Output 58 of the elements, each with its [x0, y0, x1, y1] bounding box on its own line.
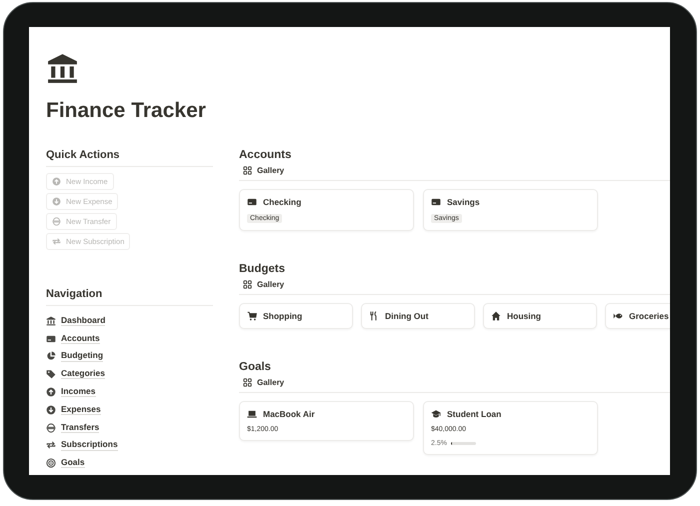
gallery-view-tab[interactable]: Gallery — [239, 166, 670, 180]
grid-icon — [243, 280, 252, 289]
card-title: MacBook Air — [263, 409, 315, 419]
nav-link[interactable]: Categories — [61, 369, 105, 380]
section-heading: Navigation — [46, 288, 104, 300]
view-label: Gallery — [257, 166, 284, 175]
tag-icon — [46, 369, 56, 380]
gallery-card[interactable]: Shopping — [239, 303, 353, 329]
view-label: Gallery — [257, 378, 284, 387]
gallery-card[interactable]: Housing — [483, 303, 597, 329]
grid-icon — [243, 378, 252, 387]
card-title: Savings — [447, 197, 480, 207]
arrow-up-circle-icon — [46, 387, 56, 398]
nav-link[interactable]: Dashboard — [61, 316, 106, 326]
transfer-icon — [52, 217, 61, 226]
nav-link[interactable]: Transfers — [61, 422, 100, 433]
section-heading: Goals — [239, 361, 272, 373]
section-heading: Budgets — [239, 263, 286, 275]
repeat-icon — [46, 440, 56, 450]
gallery-view-tab[interactable]: Gallery — [239, 378, 670, 392]
bank-icon — [46, 316, 56, 326]
nav-link[interactable]: Goals — [61, 458, 85, 468]
nav-link[interactable]: Incomes — [61, 386, 96, 398]
fish-icon — [613, 311, 623, 321]
grid-icon — [243, 166, 252, 175]
house-icon — [491, 311, 501, 321]
page-title: Finance Tracker — [46, 99, 207, 123]
nav-link[interactable]: Expenses — [61, 404, 101, 416]
fork-knife-icon — [369, 311, 379, 321]
target-icon — [46, 458, 56, 468]
section-heading: Quick Actions — [46, 149, 121, 161]
laptop-icon — [247, 409, 257, 419]
nav-link[interactable]: Subscriptions — [61, 440, 118, 451]
card-title: Student Loan — [447, 409, 502, 419]
gallery-view-tab[interactable]: Gallery — [239, 280, 670, 294]
transfer-icon — [46, 422, 56, 433]
nav-link[interactable]: Accounts — [61, 334, 100, 344]
card-icon — [247, 197, 257, 207]
nav-link[interactable]: Budgeting — [61, 351, 104, 362]
card-title: Housing — [507, 311, 541, 321]
card-title: Groceries — [629, 311, 669, 321]
card-title: Checking — [263, 197, 302, 207]
repeat-icon — [52, 237, 61, 246]
view-label: Gallery — [257, 280, 284, 289]
card-title: Dining Out — [385, 311, 428, 321]
section-heading: Accounts — [239, 149, 292, 161]
card-icon — [46, 334, 56, 344]
bank-icon — [46, 52, 79, 85]
cart-icon — [247, 311, 257, 321]
arrow-up-circle-icon — [52, 177, 61, 186]
gallery-card[interactable]: Groceries — [605, 303, 670, 329]
gallery-card[interactable]: Dining Out — [361, 303, 475, 329]
pie-chart-icon — [46, 351, 56, 362]
graduation-cap-icon — [431, 409, 441, 419]
card-icon — [431, 197, 441, 207]
arrow-down-circle-icon — [46, 404, 56, 415]
card-title: Shopping — [263, 311, 302, 321]
arrow-down-circle-icon — [52, 197, 61, 206]
